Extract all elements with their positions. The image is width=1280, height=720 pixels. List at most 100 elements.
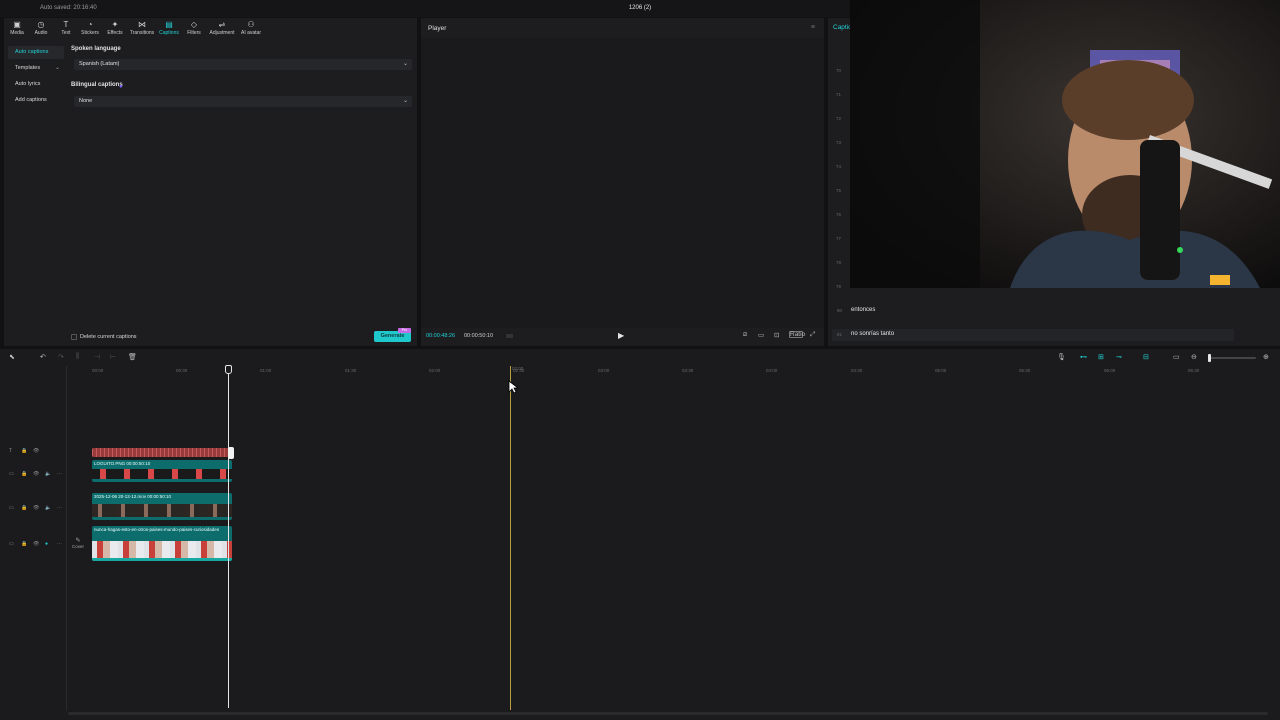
zoom-slider-knob[interactable] xyxy=(1208,354,1211,362)
snapshot-icon[interactable]: ⊡ xyxy=(774,331,779,339)
main-clip[interactable]: nunca-hagas-esto-en-otros-paises-mundo-p… xyxy=(92,526,232,561)
lock-icon[interactable]: 🔒 xyxy=(21,448,27,454)
more-icon[interactable]: ⋯ xyxy=(57,505,62,511)
caption-row[interactable]: 81 no sonrías tanto xyxy=(832,329,1234,341)
audio-mute-icon[interactable]: 🔈 xyxy=(45,471,51,477)
more-icon[interactable]: ⋯ xyxy=(57,541,62,547)
audio-mute-icon[interactable]: 🔈 xyxy=(45,505,51,511)
player-title: Player xyxy=(428,25,447,32)
split-right-icon[interactable]: ⊢ xyxy=(110,353,116,361)
more-icon[interactable]: ⋯ xyxy=(57,471,62,477)
zoom-slider[interactable] xyxy=(1208,354,1256,362)
tab-audio[interactable]: ◷ Audio xyxy=(28,20,54,37)
caption-index: 74 xyxy=(836,164,842,169)
playhead-handle[interactable] xyxy=(225,365,232,374)
caption-index: 79 xyxy=(836,284,842,289)
clip-trim-handle[interactable] xyxy=(228,447,234,459)
playhead[interactable] xyxy=(228,366,229,708)
media-icon: ▣ xyxy=(13,20,21,29)
captions-tab[interactable]: Captio xyxy=(833,24,852,31)
split-icon[interactable]: ⫼ xyxy=(76,353,79,361)
ratio-button[interactable]: Ratio xyxy=(789,331,805,338)
main-track-magnet-icon[interactable]: ⊷ xyxy=(1080,353,1087,361)
tab-captions[interactable]: ▤ Captions xyxy=(156,20,182,37)
clip-thumbnails xyxy=(92,469,232,479)
cover-button[interactable]: ✎ Cover xyxy=(69,537,87,553)
sidebar-item-auto-captions[interactable]: Auto captions xyxy=(8,46,64,59)
caption-index: 78 xyxy=(836,260,842,265)
menu-icon[interactable]: ≡ xyxy=(811,24,815,31)
caption-row[interactable]: 80 entonces xyxy=(832,305,1234,317)
transitions-icon: ⋈ xyxy=(138,20,146,29)
text-track-icon: T xyxy=(9,448,13,454)
player-panel: Player ≡ 00:00:48:26 00:00:50:10 ▶ ⧄ ▭ ⊡… xyxy=(421,18,824,346)
crop-icon[interactable]: ⧄ xyxy=(743,331,747,339)
hover-indicator xyxy=(510,366,511,710)
sidebar-item-auto-lyrics[interactable]: Auto lyrics xyxy=(8,78,64,91)
video-clip[interactable]: 2025-12-06 20-12-12.mov 00:00:50:10 xyxy=(92,493,232,520)
effects-icon: ✦ xyxy=(111,20,119,29)
eye-icon[interactable]: 👁 xyxy=(33,505,39,511)
bilingual-captions-label: Bilingual captions xyxy=(71,82,123,88)
text-clip[interactable] xyxy=(92,448,232,457)
mouse-cursor-icon xyxy=(508,380,518,394)
chevron-down-icon: ⌄ xyxy=(402,61,408,67)
tab-text[interactable]: T Text xyxy=(53,20,79,37)
caption-track-icon[interactable]: ▭ xyxy=(1173,353,1180,361)
ruler-label: 03:00 xyxy=(598,368,610,373)
timeline-ruler[interactable]: 00:00 00:30 01:00 01:30 02:00 02:30 03:0… xyxy=(68,366,1280,376)
tab-stickers[interactable]: ◔ Stickers xyxy=(77,20,103,37)
zoom-out-icon[interactable]: ⊖ xyxy=(1191,353,1197,361)
adjustment-icon: ⇌ xyxy=(218,20,226,29)
caption-index: 75 xyxy=(836,188,842,193)
caption-index: 71 xyxy=(836,92,842,97)
eye-icon[interactable]: 👁 xyxy=(33,471,39,477)
audio-on-icon[interactable]: ● xyxy=(45,541,48,547)
split-left-icon[interactable]: ⊣ xyxy=(94,353,100,361)
fullscreen-preview-icon[interactable]: ▭ xyxy=(758,331,764,339)
filters-icon: ◇ xyxy=(190,20,198,29)
stickers-icon: ◔ xyxy=(87,20,93,29)
audio-waveform xyxy=(92,558,232,561)
delete-icon[interactable]: 🗑 xyxy=(128,353,137,361)
text-icon: T xyxy=(63,20,69,29)
sidebar-item-templates[interactable]: Templates ⌄ xyxy=(8,62,64,75)
microphone-icon[interactable]: 🎙 xyxy=(1057,353,1066,361)
caption-index: 77 xyxy=(836,236,842,241)
tab-adjustment[interactable]: ⇌ Adjustment xyxy=(209,20,235,37)
zoom-in-icon[interactable]: ⊕ xyxy=(1263,353,1269,361)
player-canvas[interactable] xyxy=(421,38,824,328)
captions-sidenav: Auto captions Templates ⌄ Auto lyrics Ad… xyxy=(8,46,64,110)
tab-effects[interactable]: ✦ Effects xyxy=(102,20,128,37)
tab-ai-avatar[interactable]: ⚇ AI avatar xyxy=(238,20,264,37)
tab-media[interactable]: ▣ Media xyxy=(4,20,30,37)
lock-icon[interactable]: 🔒 xyxy=(21,541,27,547)
total-timecode: 00:00:50:10 xyxy=(464,333,494,339)
lock-icon[interactable]: 🔒 xyxy=(21,505,27,511)
ruler-label: 06:00 xyxy=(1104,368,1116,373)
left-panel: ▣ Media ◷ Audio T Text ◔ Stickers ✦ Effe… xyxy=(4,18,417,346)
tab-transitions[interactable]: ⋈ Transitions xyxy=(129,20,155,37)
auto-snap-icon[interactable]: ⊞ xyxy=(1098,353,1104,361)
lock-icon[interactable]: 🔒 xyxy=(21,471,27,477)
ruler-label: 00:30 xyxy=(176,368,188,373)
timecode-toggle[interactable] xyxy=(506,334,513,338)
expand-icon[interactable]: ⤢ xyxy=(810,331,815,339)
image-track-icon: ▭ xyxy=(9,471,14,477)
timeline-scrollbar[interactable] xyxy=(68,712,1268,715)
chevron-down-icon: ⌄ xyxy=(402,98,408,104)
logo-clip[interactable]: LOGUITO.PNG 00:00:50:10 xyxy=(92,460,232,482)
eye-icon[interactable]: 👁 xyxy=(33,541,39,547)
sidebar-item-add-captions[interactable]: Add captions xyxy=(8,94,64,107)
preview-axis-icon[interactable]: ⊟ xyxy=(1143,353,1149,361)
tab-filters[interactable]: ◇ Filters xyxy=(181,20,207,37)
eye-icon[interactable]: 👁 xyxy=(33,448,39,454)
play-icon[interactable]: ▶ xyxy=(618,331,624,340)
ruler-label: 00:00 xyxy=(92,368,104,373)
ruler-label: 03:30 xyxy=(682,368,694,373)
spoken-language-select[interactable]: Spanish (Latam) ⌄ xyxy=(74,59,412,70)
bilingual-captions-select[interactable]: None ⌄ xyxy=(74,96,412,107)
delete-captions-checkbox[interactable] xyxy=(71,334,77,340)
chevron-down-icon: ⌄ xyxy=(54,65,60,71)
linkage-icon[interactable]: ⊸ xyxy=(1116,353,1122,361)
